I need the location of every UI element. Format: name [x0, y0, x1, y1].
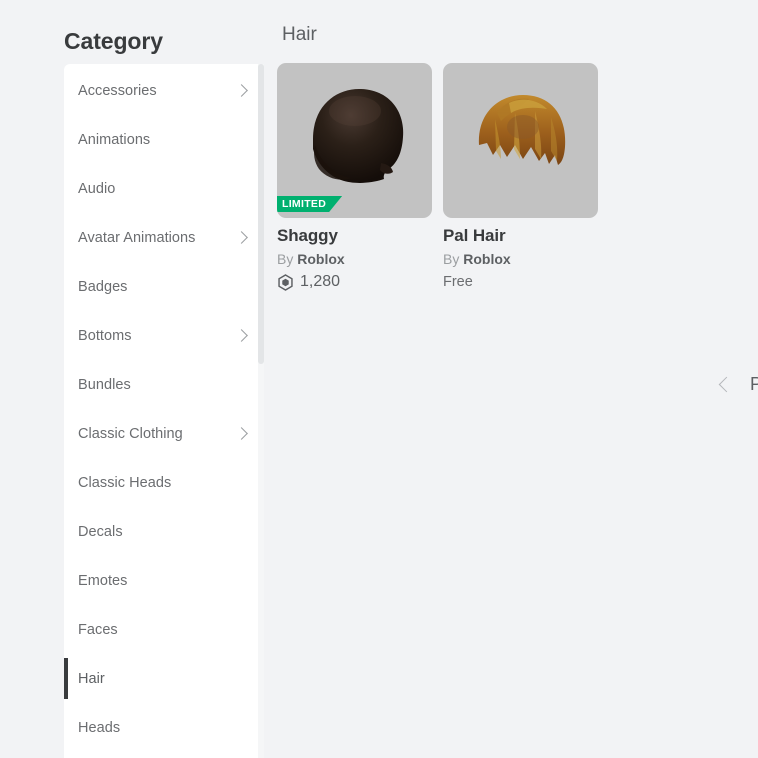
sidebar-item-label: Emotes	[78, 572, 128, 589]
category-card: Accessories Animations Audio Avatar Animati…	[64, 64, 264, 758]
item-creator: By Roblox	[277, 251, 432, 267]
sidebar-item-classic-clothing[interactable]: Classic Clothing	[64, 409, 264, 458]
item-creator-name[interactable]: Roblox	[463, 251, 510, 267]
item-creator: By Roblox	[443, 251, 598, 267]
chevron-right-icon[interactable]	[235, 84, 248, 97]
sidebar-item-hair[interactable]: Hair	[64, 654, 264, 703]
pagination: Pa	[718, 374, 758, 395]
category-heading: Category	[64, 28, 163, 54]
category-sidebar: Category Accessories Animations Audio Avata…	[0, 0, 264, 758]
sidebar-item-emotes[interactable]: Emotes	[64, 556, 264, 605]
sidebar-item-label: Heads	[78, 719, 121, 736]
sidebar-item-bottoms[interactable]: Bottoms	[64, 311, 264, 360]
sidebar-item-label: Classic Clothing	[78, 425, 183, 442]
sidebar-item-label: Classic Heads	[78, 474, 172, 491]
sidebar-item-label: Badges	[78, 278, 128, 295]
chevron-right-icon[interactable]	[235, 427, 248, 440]
sidebar-item-label: Bottoms	[78, 327, 132, 344]
results-panel: Hair LIMITED Shaggy By Roblox 1,280 Pal Hair…	[264, 0, 758, 758]
item-price: 1,280	[277, 273, 432, 291]
item-name[interactable]: Pal Hair	[443, 226, 598, 246]
item-price: Free	[443, 274, 473, 290]
sidebar-item-accessories[interactable]: Accessories	[64, 66, 264, 115]
item-card[interactable]: LIMITED Shaggy By Roblox 1,280	[277, 63, 432, 291]
sidebar-item-heads[interactable]: Heads	[64, 703, 264, 752]
marketplace-page: Marketplace Category AccessoriesAnimatio…	[0, 0, 758, 758]
sidebar-item-label: Hair	[78, 670, 105, 687]
sidebar-item-animations[interactable]: Animations	[64, 115, 264, 164]
sidebar-item-avatar-animations[interactable]: Avatar Animations	[64, 213, 264, 262]
item-thumbnail[interactable]: LIMITED	[277, 63, 432, 218]
item-thumbnail[interactable]	[443, 63, 598, 218]
item-creator-name[interactable]: Roblox	[297, 251, 344, 267]
item-creator-prefix: By	[443, 251, 460, 267]
sidebar-item-label: Animations	[78, 131, 151, 148]
sidebar-item-label: Decals	[78, 523, 123, 540]
chevron-right-icon[interactable]	[235, 329, 248, 342]
item-name[interactable]: Shaggy	[277, 226, 432, 246]
sidebar-item-faces[interactable]: Faces	[64, 605, 264, 654]
sidebar-item-label: Accessories	[78, 82, 157, 99]
page-label: Pa	[749, 374, 758, 394]
sidebar-item-label: Audio	[78, 180, 116, 197]
chevron-left-icon[interactable]	[718, 376, 735, 393]
sidebar-item-classic-heads[interactable]: Classic Heads	[64, 458, 264, 507]
sidebar-item-label: Faces	[78, 621, 118, 638]
sidebar-item-bundles[interactable]: Bundles	[64, 360, 264, 409]
item-grid: LIMITED Shaggy By Roblox 1,280 Pal Hair By Ro…	[277, 63, 598, 291]
chevron-right-icon[interactable]	[235, 231, 248, 244]
sidebar-item-label: Avatar Animations	[78, 229, 196, 246]
item-creator-prefix: By	[277, 251, 294, 267]
category-list: Accessories Animations Audio Avatar Animati…	[64, 64, 264, 752]
sidebar-item-decals[interactable]: Decals	[64, 507, 264, 556]
item-price-value: 1,280	[300, 273, 341, 290]
sidebar-item-audio[interactable]: Audio	[64, 164, 264, 213]
robux-icon	[278, 273, 293, 291]
results-heading: Hair	[282, 24, 317, 45]
sidebar-item-badges[interactable]: Badges	[64, 262, 264, 311]
item-card[interactable]: Pal Hair By Roblox Free	[443, 63, 598, 291]
sidebar-item-label: Bundles	[78, 376, 131, 393]
